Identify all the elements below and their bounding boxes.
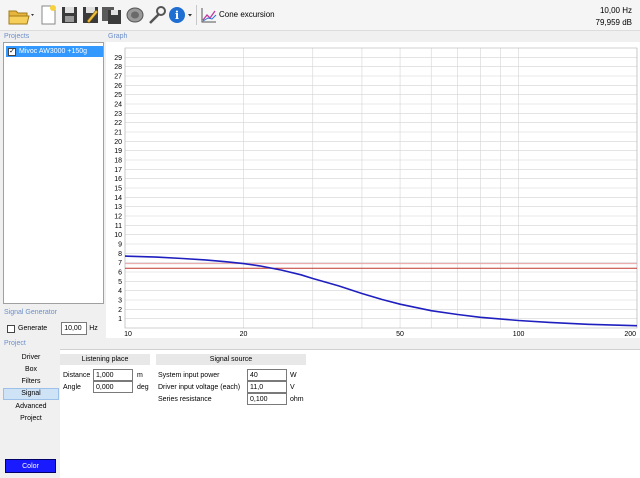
signal-generator-row: Generate 10,00 Hz xyxy=(7,322,98,335)
x-tick-label: 20 xyxy=(240,331,248,338)
y-tick-label: 5 xyxy=(118,279,122,286)
y-tick-label: 18 xyxy=(114,158,122,165)
y-tick-label: 26 xyxy=(114,83,122,90)
y-tick-label: 4 xyxy=(118,288,122,295)
y-tick-label: 16 xyxy=(114,176,122,183)
y-tick-label: 13 xyxy=(114,204,122,211)
info-button[interactable]: i xyxy=(168,4,194,26)
y-tick-label: 11 xyxy=(115,223,122,230)
y-tick-label: 28 xyxy=(114,64,122,71)
speaker-icon xyxy=(126,7,144,23)
y-tick-label: 2 xyxy=(118,307,122,314)
generator-frequency-field[interactable]: 10,00 xyxy=(61,322,88,335)
angle-label: Angle xyxy=(63,384,81,391)
save-button[interactable] xyxy=(59,4,79,26)
y-tick-label: 15 xyxy=(114,186,122,193)
projects-list: ✓ Mivoc AW3000 +150g xyxy=(3,42,104,304)
y-tick-label: 25 xyxy=(114,92,122,99)
speaker-driver-button[interactable] xyxy=(124,4,146,26)
project-name: Mivoc AW3000 +150g xyxy=(19,48,88,55)
project-checkbox[interactable]: ✓ xyxy=(8,47,16,56)
y-tick-label: 21 xyxy=(114,130,122,137)
angle-field[interactable]: 0,000 xyxy=(93,381,133,393)
voltage-label: Driver input voltage (each) xyxy=(158,384,241,391)
y-tick-label: 22 xyxy=(114,120,122,127)
signal-generator-title: Signal Generator xyxy=(4,309,57,316)
save-icon xyxy=(62,7,77,23)
voltage-field[interactable]: 11,0 xyxy=(247,381,287,393)
y-tick-label: 9 xyxy=(118,242,122,249)
y-tick-label: 24 xyxy=(114,102,122,109)
distance-unit: m xyxy=(137,372,143,379)
signal-source-header: Signal source xyxy=(156,354,306,365)
power-unit: W xyxy=(290,372,297,379)
info-icon: i xyxy=(169,7,192,23)
resistance-unit: ohm xyxy=(290,396,304,403)
new-file-icon xyxy=(41,5,56,25)
y-tick-label: 19 xyxy=(114,148,122,155)
angle-unit: deg xyxy=(137,384,149,391)
nav-advanced[interactable]: Advanced xyxy=(3,401,59,413)
nav-project[interactable]: Project xyxy=(3,413,59,425)
frequency-readout: 10,00 Hz xyxy=(599,6,632,15)
y-tick-label: 1 xyxy=(118,316,122,323)
save-all-button[interactable] xyxy=(101,4,123,26)
toolbar: i Cone excursion 10,00 Hz 79,959 dB xyxy=(0,0,640,31)
voltage-unit: V xyxy=(290,384,295,391)
project-nav: Driver Box Filters Signal Advanced Proje… xyxy=(3,349,59,475)
generate-checkbox[interactable] xyxy=(7,324,15,333)
project-title: Project xyxy=(4,340,26,347)
save-as-button[interactable] xyxy=(80,4,100,26)
y-tick-label: 10 xyxy=(114,232,122,239)
power-field[interactable]: 40 xyxy=(247,369,287,381)
y-tick-label: 3 xyxy=(118,298,122,305)
distance-label: Distance xyxy=(63,372,91,379)
nav-signal[interactable]: Signal xyxy=(3,388,59,400)
save-as-icon xyxy=(83,7,99,24)
graph-title: Graph xyxy=(108,33,128,40)
nav-box[interactable]: Box xyxy=(3,364,59,376)
resistance-field[interactable]: 0,100 xyxy=(247,393,287,405)
x-tick-label: 50 xyxy=(396,331,404,338)
x-tick-label: 10 xyxy=(124,331,132,338)
open-folder-button[interactable] xyxy=(6,4,36,26)
projects-title: Projects xyxy=(4,33,30,40)
save-all-icon xyxy=(102,7,121,24)
y-tick-label: 23 xyxy=(114,111,122,118)
y-tick-label: 17 xyxy=(114,167,122,174)
signal-settings-panel: Listening place Distance 1,000 m Angle 0… xyxy=(60,349,640,478)
y-tick-label: 29 xyxy=(114,55,122,62)
toolbar-separator xyxy=(196,5,197,25)
level-readout: 79,959 dB xyxy=(595,18,632,27)
resistance-label: Series resistance xyxy=(158,396,212,403)
y-tick-label: 12 xyxy=(114,214,122,221)
generator-frequency-unit: Hz xyxy=(89,325,98,332)
wrench-icon xyxy=(149,6,166,24)
graph-panel: 1 2 3 4 5 6 7 8 9 10 11 12 13 14 15 16 17 18 19 20 21 22 23 24 2… xyxy=(106,42,640,338)
y-tick-label: 20 xyxy=(114,139,122,146)
x-tick-label: 200 xyxy=(624,331,636,338)
generate-label: Generate xyxy=(18,325,48,332)
listening-place-header: Listening place xyxy=(60,354,150,365)
y-tick-label: 27 xyxy=(114,74,122,81)
cone-excursion-chart: 1234567891011121314151617181920212223242… xyxy=(114,47,638,338)
chart-line-icon xyxy=(201,8,217,23)
nav-driver[interactable]: Driver xyxy=(3,352,59,364)
color-button[interactable]: Color xyxy=(5,459,56,473)
y-tick-label: 6 xyxy=(118,270,122,277)
y-tick-label: 8 xyxy=(118,251,122,258)
new-file-button[interactable] xyxy=(38,4,58,26)
y-tick-label: 7 xyxy=(118,260,122,267)
x-tick-label: 100 xyxy=(513,331,525,338)
y-tick-label: 14 xyxy=(114,195,122,202)
folder-icon xyxy=(8,10,34,25)
project-item[interactable]: ✓ Mivoc AW3000 +150g xyxy=(6,46,103,57)
nav-filters[interactable]: Filters xyxy=(3,376,59,388)
svg-text:i: i xyxy=(175,9,179,22)
graph-mode-label: Cone excursion xyxy=(219,10,275,19)
distance-field[interactable]: 1,000 xyxy=(93,369,133,381)
graph-mode-button[interactable] xyxy=(200,4,218,26)
power-label: System input power xyxy=(158,372,220,379)
settings-button[interactable] xyxy=(147,4,167,26)
